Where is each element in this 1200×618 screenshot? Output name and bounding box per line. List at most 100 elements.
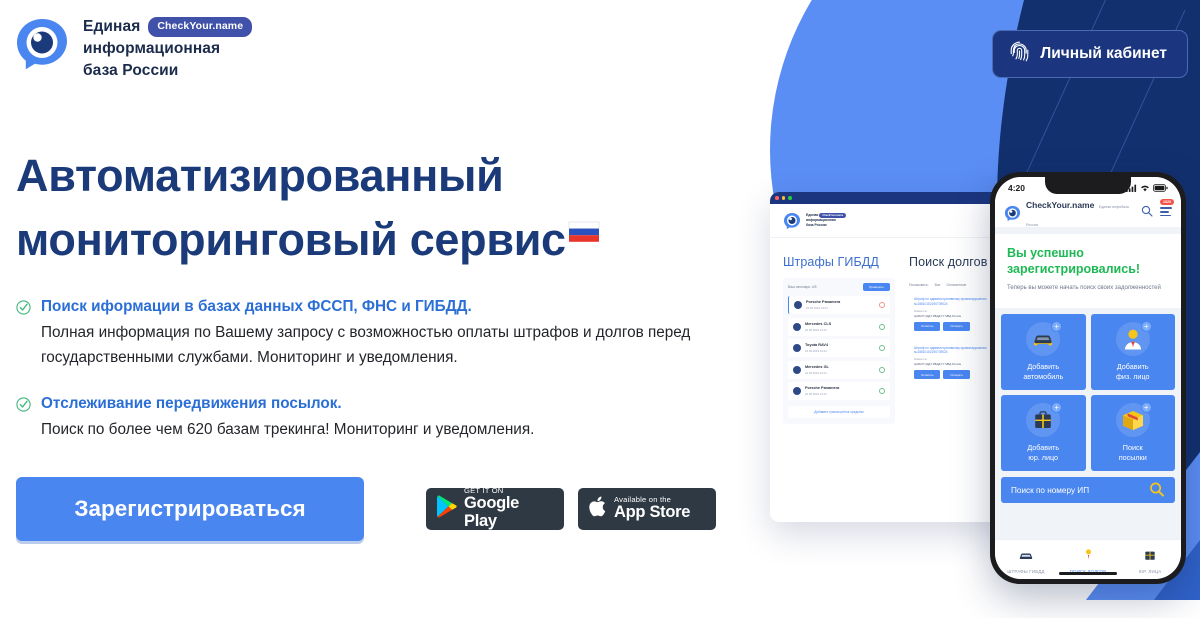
home-indicator bbox=[1059, 572, 1117, 575]
google-play-badge[interactable]: GET IT ON Google Play bbox=[426, 487, 564, 530]
phone-screen: 4:20 CheckYour.name Единая инфобаза Росс… bbox=[995, 177, 1181, 579]
app-store-badge[interactable]: Available on the App Store bbox=[578, 487, 716, 530]
desktop-logo-text: Единая CheckYour.name информационная баз… bbox=[806, 212, 847, 229]
tile-add-car[interactable]: + Добавить автомобиль bbox=[1001, 314, 1086, 391]
car-name: Mercedes GL bbox=[805, 364, 829, 369]
hamburger-menu-icon[interactable]: 1020 bbox=[1160, 199, 1174, 218]
status-badge bbox=[879, 345, 885, 351]
plus-icon: + bbox=[1140, 402, 1152, 414]
search-bar-label: Поиск по номеру ИП bbox=[1011, 485, 1090, 495]
logo-text: Единая CheckYour.name информационная баз… bbox=[83, 14, 253, 82]
tile-add-person[interactable]: + Добавить физ. лицо bbox=[1090, 314, 1175, 391]
tile-add-company[interactable]: + Добавить юр. лицо bbox=[1001, 395, 1086, 472]
pay-button[interactable]: Оплатить bbox=[914, 321, 941, 331]
success-subtitle: Теперь вы можете начать поиск своих задо… bbox=[1007, 285, 1161, 292]
app-store-label: App Store bbox=[614, 502, 691, 521]
fines-toolbar: Ваш автопарк: 4/5 Проверить bbox=[788, 283, 890, 291]
check-button[interactable]: Проверить bbox=[862, 283, 890, 291]
briefcase-icon bbox=[1144, 548, 1156, 565]
tile-label: Добавить юр. лицо bbox=[1027, 443, 1060, 463]
tile-label: Добавить физ. лицо bbox=[1116, 362, 1150, 382]
table-row[interactable]: Mercedes GL 24.06.2019 14:21 bbox=[788, 360, 890, 379]
search-icon[interactable] bbox=[1141, 204, 1153, 222]
desktop-logo-line-3: база России bbox=[806, 223, 827, 228]
pay-button[interactable]: Оплатить bbox=[914, 370, 941, 380]
nav-label: ЮР. ЛИЦА bbox=[1138, 569, 1162, 574]
fleet-count-label: Ваш автопарк: 4/5 bbox=[788, 285, 817, 289]
tile-search-parcel[interactable]: + Поиск посылки bbox=[1090, 395, 1175, 472]
car-avatar-icon bbox=[793, 322, 801, 331]
window-maximize-dot bbox=[788, 196, 792, 200]
eye-speech-bubble-logo bbox=[1004, 205, 1021, 222]
person-pin-icon bbox=[1083, 548, 1094, 565]
headline-line-1: Автоматизированный bbox=[16, 150, 504, 201]
add-vehicle-button[interactable]: Добавить транспортное средство bbox=[788, 406, 890, 418]
table-row[interactable]: Mercedes CLS 24.06.2019 14:21 bbox=[788, 317, 890, 336]
car-icon: + bbox=[1026, 321, 1063, 357]
plus-icon: + bbox=[1051, 402, 1063, 414]
car-avatar-icon bbox=[793, 344, 801, 352]
brand-badge: CheckYour.name bbox=[148, 16, 253, 38]
feature-title: Поиск иформации в базах данных ФССП, ФНС… bbox=[41, 298, 472, 316]
car-date: 24.06.2019 14:21 bbox=[805, 349, 827, 353]
car-avatar-icon bbox=[793, 365, 801, 374]
search-by-ip-number-button[interactable]: Поиск по номеру ИП bbox=[1001, 477, 1175, 504]
window-minimize-dot bbox=[781, 196, 786, 200]
feature-item: Отслеживание передвижения посылок. Поиск… bbox=[16, 393, 716, 443]
car-icon bbox=[1018, 548, 1034, 565]
nav-item-companies[interactable]: ЮР. ЛИЦА bbox=[1119, 548, 1181, 574]
fingerprint-icon bbox=[1010, 41, 1029, 67]
status-badge bbox=[879, 323, 885, 330]
wifi-icon bbox=[1140, 179, 1150, 197]
status-time: 4:20 bbox=[1008, 183, 1026, 193]
car-avatar-icon bbox=[794, 301, 802, 309]
desktop-logo-line-1: Единая bbox=[806, 212, 819, 217]
nav-item-fines[interactable]: ШТРАФЫ ГИБДД bbox=[995, 548, 1057, 574]
action-tiles: + Добавить автомобиль + Добавить физ. лицо… bbox=[995, 308, 1181, 472]
app-store-text: Available on the App Store bbox=[614, 495, 691, 521]
car-name: Mercedes CLS bbox=[805, 321, 832, 326]
signup-button[interactable]: Зарегистрироваться bbox=[16, 476, 364, 541]
russia-flag-icon bbox=[568, 202, 600, 254]
store-badges: GET IT ON Google Play Available on the A… bbox=[426, 487, 716, 530]
car-date: 24.06.2019 14:21 bbox=[805, 327, 827, 332]
car-name: Toyota RAV4 bbox=[805, 343, 829, 347]
logo[interactable]: Единая CheckYour.name информационная баз… bbox=[14, 14, 253, 82]
feature-title: Отслеживание передвижения посылок. bbox=[41, 394, 342, 412]
phone-notch bbox=[1045, 177, 1131, 194]
google-play-text: GET IT ON Google Play bbox=[464, 487, 552, 530]
cta-row: Зарегистрироваться GET IT ON Google Play bbox=[16, 476, 716, 541]
filter-option-paid[interactable]: Оплаченные bbox=[946, 283, 966, 287]
site-header: Единая CheckYour.name информационная баз… bbox=[0, 0, 1200, 100]
eye-speech-bubble-logo bbox=[783, 212, 801, 230]
filter-option-all[interactable]: Все bbox=[935, 283, 941, 287]
dispute-button[interactable]: Оспорить bbox=[943, 370, 970, 380]
registration-success-card: Вы успешно зарегистрировались! Теперь вы… bbox=[995, 234, 1181, 309]
page-title: Автоматизированный мониторинговый сервис bbox=[16, 150, 716, 266]
fines-column: Штрафы ГИБДД Ваш автопарк: 4/5 Проверить… bbox=[783, 255, 895, 424]
logo-line-2: информационная bbox=[83, 40, 221, 57]
nav-item-debts[interactable]: ПОИСК ДОЛГОВ bbox=[1057, 548, 1119, 574]
table-row[interactable]: Porsche Panamera 24.06.2019 14:21 bbox=[788, 382, 890, 400]
tile-label: Поиск посылки bbox=[1118, 443, 1147, 463]
table-row[interactable]: Porsche Panamera 24.06.2019 14:21 bbox=[788, 296, 890, 314]
battery-icon bbox=[1153, 179, 1168, 197]
car-avatar-icon bbox=[793, 387, 801, 395]
car-date: 24.06.2019 14:21 bbox=[806, 306, 828, 310]
nav-label: ШТРАФЫ ГИБДД bbox=[1007, 569, 1045, 574]
dispute-button[interactable]: Оспорить bbox=[943, 321, 970, 331]
table-row[interactable]: Toyota RAV4 24.06.2019 14:21 bbox=[788, 339, 890, 357]
phone-brand: CheckYour.name bbox=[1026, 200, 1095, 210]
hero-content: Автоматизированный мониторинговый сервис… bbox=[16, 150, 716, 541]
car-date: 24.06.2019 14:21 bbox=[805, 392, 827, 396]
personal-cabinet-button[interactable]: Личный кабинет bbox=[992, 30, 1188, 78]
logo-line-1: Единая bbox=[83, 18, 141, 35]
phone-mockup: 4:20 CheckYour.name Единая инфобаза Росс… bbox=[990, 172, 1186, 584]
notification-badge: 1020 bbox=[1160, 199, 1174, 205]
personal-cabinet-label: Личный кабинет bbox=[1040, 45, 1167, 62]
car-date: 24.06.2019 14:21 bbox=[805, 370, 827, 375]
feature-description: Поиск по более чем 620 базам трекинга! М… bbox=[41, 420, 535, 438]
plus-icon: + bbox=[1051, 321, 1063, 333]
car-name: Porsche Panamera bbox=[806, 300, 841, 304]
tile-label: Добавить автомобиль bbox=[1023, 362, 1064, 382]
